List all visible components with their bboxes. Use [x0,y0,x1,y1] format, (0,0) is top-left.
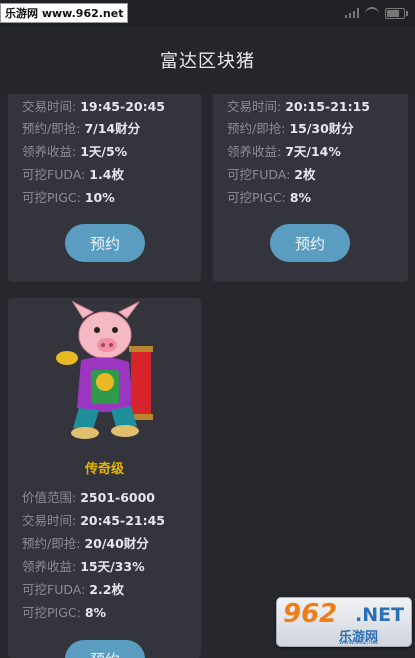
app-header: 富达区块猪 [0,26,415,94]
card-row: 预约/即抢: 15/30财分 [227,121,354,136]
card-row: 领养收益: 1天/5% [22,144,128,159]
watermark-badge: 962 .NET 乐游网 www.962.net [276,597,412,647]
reserve-button[interactable]: 预约 [65,224,145,262]
status-icons [345,7,408,19]
battery-icon [385,7,408,19]
card-row: 交易时间: 20:45-21:45 [22,513,165,528]
card-row: 交易时间: 20:15-21:15 [227,99,370,114]
pig-mascot-icon [56,300,153,439]
page-title: 富达区块猪 [160,51,255,72]
status-bar: 乐游网 www.962.net [0,0,415,26]
pig-card: 交易时间: 19:45-20:45 预约/即抢: 7/14财分 领养收益: 1天/5%… [8,80,201,282]
card-row: 领养收益: 15天/33% [22,559,145,574]
watermark-logo: 乐游网 www.962.net [0,3,129,23]
pig-card: 交易时间: 20:15-21:15 预约/即抢: 15/30财分 领养收益: 7天/1… [213,80,408,282]
tier-label: 传奇级 [84,462,124,477]
card-row: 预约/即抢: 20/40财分 [22,536,149,551]
card-row: 可挖FUDA: 1.4枚 [22,167,124,182]
reserve-button[interactable]: 预约 [270,224,350,262]
card-row: 预约/即抢: 7/14财分 [22,121,141,136]
signal-icon [345,8,359,18]
card-row: 可挖PIGC: 10% [22,190,115,205]
card-row: 可挖PIGC: 8% [22,605,107,620]
reserve-button[interactable]: 预约 [65,640,145,658]
card-row: 可挖FUDA: 2.2枚 [22,582,124,597]
card-row: 交易时间: 19:45-20:45 [22,99,165,114]
card-row: 领养收益: 7天/14% [227,144,341,159]
card-row: 可挖FUDA: 2枚 [227,167,316,182]
card-row: 价值范围: 2501-6000 [22,490,155,505]
wifi-icon [365,7,379,19]
card-row: 可挖PIGC: 8% [227,190,312,205]
pig-card: 传奇级 价值范围: 2501-6000 交易时间: 20:45-21:45 预约/即… [8,298,201,658]
